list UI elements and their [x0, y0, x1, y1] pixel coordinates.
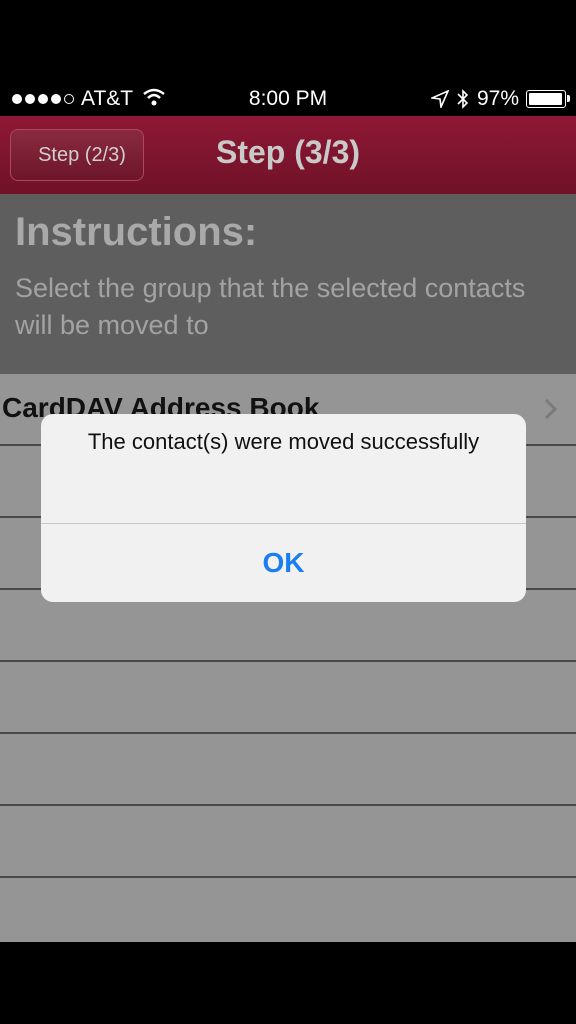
battery-fill	[529, 93, 562, 105]
page-title: Step (3/3)	[215, 134, 361, 170]
list-item[interactable]	[0, 662, 576, 734]
chevron-right-icon	[544, 398, 558, 420]
alert-dialog: The contact(s) were moved successfully O…	[41, 414, 526, 602]
list-item[interactable]	[0, 806, 576, 878]
alert-message: The contact(s) were moved successfully	[87, 429, 480, 454]
navigation-bar: Step (2/3) Step (3/3)	[0, 116, 576, 194]
bottom-bar	[0, 942, 576, 1024]
instructions-panel: Instructions: Select the group that the …	[0, 194, 576, 374]
instructions-text: Select the group that the selected conta…	[15, 273, 526, 340]
status-bar: AT&T 8:00 PM 97%	[0, 80, 576, 116]
list-item[interactable]	[0, 734, 576, 806]
status-right: 97%	[430, 87, 570, 111]
battery-percent: 97%	[476, 87, 519, 110]
screen: AT&T 8:00 PM 97% Step (2/3) Step (3/3) I…	[0, 0, 576, 1024]
bluetooth-icon	[457, 89, 469, 109]
location-arrow-icon	[430, 90, 449, 108]
battery-icon	[526, 90, 570, 108]
instructions-heading: Instructions:	[15, 210, 258, 254]
ok-button[interactable]: OK	[41, 524, 526, 602]
